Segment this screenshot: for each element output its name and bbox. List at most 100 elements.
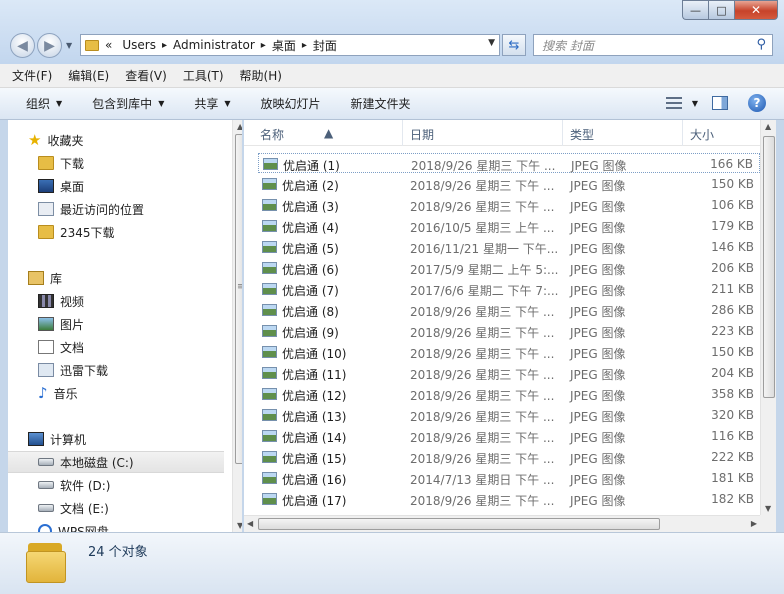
file-size: 358 KB: [711, 387, 754, 401]
nav-item-drive-c[interactable]: 本地磁盘 (C:): [8, 451, 224, 473]
nav-item-wps-cloud[interactable]: WPS网盘: [8, 520, 242, 532]
jpeg-file-icon: [262, 325, 277, 337]
desktop-icon: [38, 179, 54, 193]
breadcrumb-separator-icon[interactable]: ▸: [261, 40, 266, 51]
nav-item-downloads[interactable]: 下载: [8, 152, 242, 174]
file-row[interactable]: 优启通 (12) 2018/9/26 星期三 下午 ... JPEG 图像 358 K…: [258, 384, 760, 404]
nav-pane-scrollbar[interactable]: ▲ ≡ ▼: [232, 120, 242, 532]
organize-button[interactable]: 组织 ▼: [26, 95, 62, 112]
minimize-button[interactable]: —: [682, 0, 708, 20]
file-row[interactable]: 优启通 (2) 2018/9/26 星期三 下午 ... JPEG 图像 150 KB: [258, 174, 760, 194]
file-row[interactable]: 优启通 (13) 2018/9/26 星期三 下午 ... JPEG 图像 320 K…: [258, 405, 760, 425]
breadcrumb-separator-icon[interactable]: ▸: [302, 40, 307, 51]
refresh-button[interactable]: ⇆: [502, 34, 526, 56]
scroll-up-icon[interactable]: ▲: [237, 122, 242, 131]
menu-file[interactable]: 文件(F): [12, 67, 52, 84]
breadcrumb-cover[interactable]: 封面: [313, 37, 337, 54]
file-type: JPEG 图像: [570, 284, 626, 298]
nav-item-thunder-downloads[interactable]: 迅雷下载: [8, 359, 242, 381]
nav-item-recent-places[interactable]: 最近访问的位置: [8, 198, 242, 220]
horizontal-scrollbar[interactable]: ◀ ▶: [244, 515, 760, 532]
file-row[interactable]: 优启通 (1) 2018/9/26 星期三 下午 ... JPEG 图像 166 KB: [258, 153, 760, 173]
nav-favorites[interactable]: ★ 收藏夹: [8, 129, 242, 151]
column-date[interactable]: 日期: [410, 126, 434, 143]
recent-pages-dropdown-icon[interactable]: ▼: [66, 41, 72, 50]
file-row[interactable]: 优启通 (15) 2018/9/26 星期三 下午 ... JPEG 图像 222 K…: [258, 447, 760, 467]
breadcrumb-administrator[interactable]: Administrator: [173, 38, 255, 52]
slideshow-button[interactable]: 放映幻灯片: [261, 95, 321, 112]
nav-label: 文档: [60, 340, 85, 355]
share-button[interactable]: 共享 ▼: [194, 95, 230, 112]
nav-item-pictures[interactable]: 图片: [8, 313, 242, 335]
file-type: JPEG 图像: [570, 431, 626, 445]
file-row[interactable]: 优启通 (5) 2016/11/21 星期一 下午... JPEG 图像 146 KB: [258, 237, 760, 257]
scroll-up-icon[interactable]: ▲: [765, 122, 771, 131]
nav-item-drive-d[interactable]: 软件 (D:): [8, 474, 242, 496]
maximize-button[interactable]: □: [708, 0, 734, 20]
nav-computer[interactable]: 计算机: [8, 428, 242, 450]
nav-item-drive-e[interactable]: 文档 (E:): [8, 497, 242, 519]
nav-item-documents[interactable]: 文档: [8, 336, 242, 358]
file-row[interactable]: 优启通 (3) 2018/9/26 星期三 下午 ... JPEG 图像 106 KB: [258, 195, 760, 215]
file-row[interactable]: 优启通 (10) 2018/9/26 星期三 下午 ... JPEG 图像 150 K…: [258, 342, 760, 362]
include-in-library-button[interactable]: 包含到库中 ▼: [92, 95, 164, 112]
file-type: JPEG 图像: [570, 410, 626, 424]
menu-edit[interactable]: 编辑(E): [68, 67, 109, 84]
scroll-down-icon[interactable]: ▼: [765, 504, 771, 513]
file-date: 2018/9/26 星期三 下午 ...: [410, 326, 555, 340]
file-row[interactable]: 优启通 (14) 2018/9/26 星期三 下午 ... JPEG 图像 116 K…: [258, 426, 760, 446]
file-type: JPEG 图像: [570, 389, 626, 403]
nav-item-2345-downloads[interactable]: 2345下载: [8, 221, 242, 243]
address-history-dropdown-icon[interactable]: ▼: [488, 38, 495, 48]
preview-pane-icon[interactable]: [712, 96, 728, 110]
help-icon[interactable]: ?: [748, 94, 766, 112]
address-bar[interactable]: « Users ▸ Administrator ▸ 桌面 ▸ 封面 ▼: [80, 34, 500, 56]
navigation-buttons: ◀ ▶ ▼: [10, 33, 72, 58]
scroll-left-icon[interactable]: ◀: [247, 519, 253, 528]
file-row[interactable]: 优启通 (6) 2017/5/9 星期二 上午 5:... JPEG 图像 206 K…: [258, 258, 760, 278]
breadcrumb-overflow[interactable]: «: [105, 38, 112, 52]
nav-libraries[interactable]: 库: [8, 267, 242, 289]
nav-item-desktop[interactable]: 桌面: [8, 175, 242, 197]
breadcrumb-desktop[interactable]: 桌面: [272, 37, 296, 54]
new-folder-button[interactable]: 新建文件夹: [351, 95, 411, 112]
file-size: 179 KB: [711, 219, 754, 233]
scroll-right-icon[interactable]: ▶: [751, 519, 757, 528]
column-name[interactable]: 名称: [260, 126, 284, 143]
menu-help[interactable]: 帮助(H): [240, 67, 282, 84]
breadcrumb-users[interactable]: Users: [122, 38, 156, 52]
dropdown-arrow-icon: ▼: [158, 99, 165, 108]
file-row[interactable]: 优启通 (11) 2018/9/26 星期三 下午 ... JPEG 图像 204 K…: [258, 363, 760, 383]
file-type: JPEG 图像: [570, 200, 626, 214]
nav-item-videos[interactable]: 视频: [8, 290, 242, 312]
file-name: 优启通 (1): [283, 159, 340, 173]
breadcrumb-separator-icon[interactable]: ▸: [162, 40, 167, 51]
file-date: 2018/9/26 星期三 下午 ...: [410, 410, 555, 424]
vertical-scrollbar[interactable]: ▲ ▼: [760, 120, 776, 515]
file-row[interactable]: 优启通 (4) 2016/10/5 星期三 上午 ... JPEG 图像 179 KB: [258, 216, 760, 236]
search-input[interactable]: 搜索 封面 ⚲: [533, 34, 773, 56]
back-button[interactable]: ◀: [10, 33, 35, 58]
file-row[interactable]: 优启通 (17) 2018/9/26 星期三 下午 ... JPEG 图像 182 K…: [258, 489, 760, 509]
nav-item-music[interactable]: ♪ 音乐: [8, 382, 242, 404]
nav-label: 音乐: [53, 386, 78, 401]
view-options-dropdown-icon[interactable]: ▼: [692, 99, 698, 108]
scrollbar-thumb[interactable]: [235, 134, 242, 464]
column-size[interactable]: 大小: [690, 126, 714, 143]
system-drive-icon: [38, 458, 54, 466]
file-row[interactable]: 优启通 (9) 2018/9/26 星期三 下午 ... JPEG 图像 223 KB: [258, 321, 760, 341]
share-label: 共享: [194, 97, 219, 111]
close-button[interactable]: ✕: [734, 0, 778, 20]
file-row[interactable]: 优启通 (16) 2014/7/13 星期日 下午 ... JPEG 图像 181 K…: [258, 468, 760, 488]
scrollbar-thumb[interactable]: [763, 136, 775, 398]
menu-view[interactable]: 查看(V): [125, 67, 167, 84]
scroll-down-icon[interactable]: ▼: [237, 521, 242, 530]
forward-button[interactable]: ▶: [37, 33, 62, 58]
scrollbar-thumb[interactable]: [258, 518, 660, 530]
menu-tools[interactable]: 工具(T): [183, 67, 224, 84]
column-type[interactable]: 类型: [570, 126, 594, 143]
file-row[interactable]: 优启通 (8) 2018/9/26 星期三 下午 ... JPEG 图像 286 KB: [258, 300, 760, 320]
change-view-icon[interactable]: [665, 97, 682, 109]
file-row[interactable]: 优启通 (7) 2017/6/6 星期二 下午 7:... JPEG 图像 211 K…: [258, 279, 760, 299]
search-icon[interactable]: ⚲: [756, 37, 766, 52]
